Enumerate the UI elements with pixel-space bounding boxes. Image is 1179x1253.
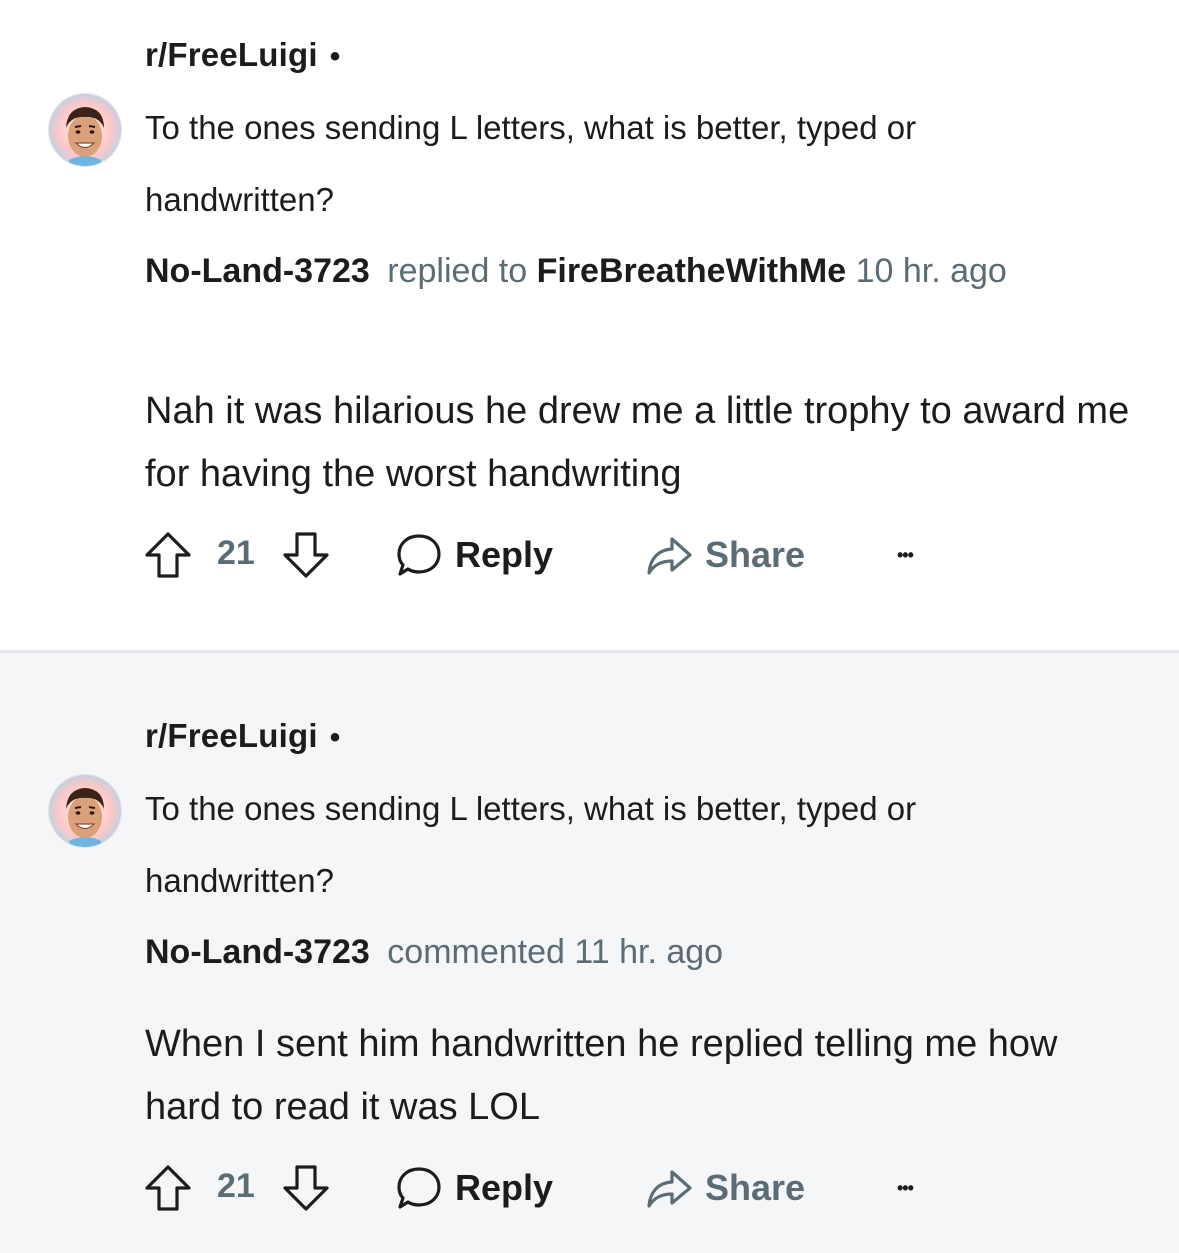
comment-bubble-icon: [397, 534, 441, 576]
avatar[interactable]: [48, 774, 122, 848]
share-arrow-icon: [647, 537, 692, 575]
upvote-button[interactable]: [143, 530, 193, 580]
comment-body: When I sent him handwritten he replied t…: [145, 1023, 1058, 1128]
comment-bubble-icon: [397, 1167, 441, 1209]
reply-label: Reply: [455, 1167, 554, 1208]
more-options-button[interactable]: •••: [897, 530, 914, 580]
share-button[interactable]: Share: [645, 530, 805, 580]
post-title[interactable]: To the ones sending L letters, what is b…: [145, 92, 1105, 236]
reply-target-username[interactable]: FireBreatheWithMe: [537, 252, 847, 290]
author-username[interactable]: No-Land-3723: [145, 252, 370, 290]
subreddit-name[interactable]: r/FreeLuigi: [145, 36, 318, 73]
more-options-icon: •••: [897, 544, 914, 565]
downvote-icon: [283, 1165, 329, 1211]
upvote-button[interactable]: [143, 1163, 193, 1213]
separator-dot: •: [329, 40, 341, 73]
vote-count: 21: [217, 534, 255, 572]
downvote-icon: [283, 532, 329, 578]
author-username[interactable]: No-Land-3723: [145, 933, 370, 971]
reply-label: Reply: [455, 534, 554, 575]
downvote-button[interactable]: [281, 530, 331, 580]
downvote-button[interactable]: [281, 1163, 331, 1213]
more-options-button[interactable]: •••: [897, 1163, 914, 1213]
subreddit-link[interactable]: r/FreeLuigi •: [145, 36, 340, 74]
comment-meta: No-Land-3723 replied to FireBreatheWithM…: [145, 252, 1007, 291]
more-options-icon: •••: [897, 1177, 914, 1198]
action-text: commented: [387, 933, 565, 971]
upvote-icon: [145, 532, 191, 578]
timestamp: 10 hr. ago: [855, 252, 1007, 290]
comment-card-2: r/FreeLuigi • To the ones sending L lette…: [0, 653, 1179, 1253]
reply-button[interactable]: Reply: [395, 530, 553, 580]
avatar[interactable]: [48, 93, 122, 167]
separator-dot: •: [329, 721, 341, 754]
action-text: replied to: [387, 252, 528, 290]
share-label: Share: [705, 1167, 806, 1208]
comment-meta: No-Land-3723 commented 11 hr. ago: [145, 933, 723, 972]
upvote-icon: [145, 1165, 191, 1211]
post-title[interactable]: To the ones sending L letters, what is b…: [145, 773, 1105, 917]
comment-body: Nah it was hilarious he drew me a little…: [145, 390, 1130, 495]
vote-count: 21: [217, 1167, 255, 1205]
share-label: Share: [705, 534, 806, 575]
share-arrow-icon: [647, 1170, 692, 1208]
share-button[interactable]: Share: [645, 1163, 805, 1213]
reply-button[interactable]: Reply: [395, 1163, 553, 1213]
timestamp: 11 hr. ago: [574, 933, 724, 971]
subreddit-name[interactable]: r/FreeLuigi: [145, 717, 318, 754]
comment-card-1: r/FreeLuigi • To the ones sending L lette…: [0, 0, 1179, 650]
subreddit-link[interactable]: r/FreeLuigi •: [145, 717, 340, 755]
